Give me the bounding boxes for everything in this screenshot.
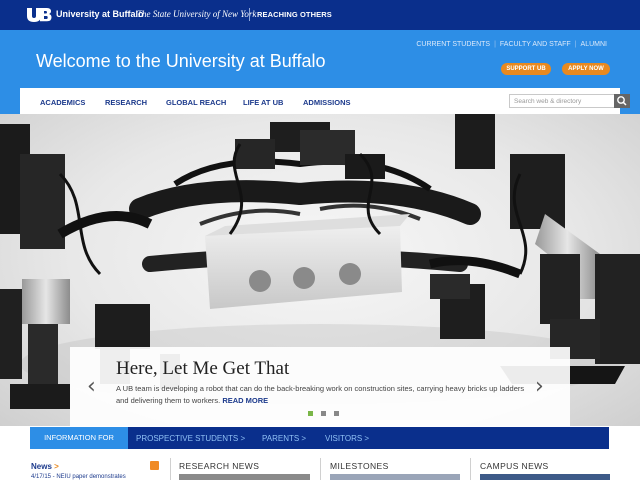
campus-news-heading[interactable]: CAMPUS NEWS (480, 461, 549, 471)
information-for-bar: INFORMATION FOR PROSPECTIVE STUDENTS > P… (30, 427, 609, 449)
link-current-students[interactable]: CURRENT STUDENTS (416, 41, 490, 48)
information-for-label: INFORMATION FOR (30, 427, 128, 449)
news-label: News (31, 462, 52, 471)
hero-caption: ‹ Here, Let Me Get That A UB team is dev… (70, 347, 570, 426)
link-visitors[interactable]: VISITORS > (325, 434, 369, 443)
nav-admissions[interactable]: ADMISSIONS (303, 98, 351, 107)
chevron-right-icon: > (54, 462, 59, 471)
ub-logo-icon[interactable] (26, 7, 52, 22)
link-faculty-staff[interactable]: FACULTY AND STAFF (500, 41, 571, 48)
research-news-heading[interactable]: RESEARCH NEWS (179, 461, 259, 471)
link-prospective-students[interactable]: PROSPECTIVE STUDENTS > (136, 434, 245, 443)
nav-life-at-ub[interactable]: LIFE AT UB (243, 98, 283, 107)
tagline[interactable]: REACHING OTHERS (257, 10, 332, 19)
search-button[interactable] (614, 94, 630, 108)
page-title: Welcome to the University at Buffalo (36, 51, 326, 71)
read-more-link[interactable]: READ MORE (222, 396, 268, 405)
top-bar: University at Buffalo The State Universi… (0, 0, 640, 30)
university-name[interactable]: University at Buffalo (56, 9, 144, 19)
section-divider (470, 458, 471, 480)
utility-divider: | (494, 41, 496, 48)
search-input[interactable]: Search web & directory (509, 94, 615, 108)
slide-title[interactable]: Here, Let Me Get That (116, 358, 289, 380)
research-news-thumbnail[interactable] (179, 474, 310, 480)
slide-dot-3[interactable] (334, 411, 339, 416)
milestones-heading[interactable]: MILESTONES (330, 461, 389, 471)
apply-now-button[interactable]: APPLY NOW (562, 63, 610, 75)
main-nav: ACADEMICS RESEARCH GLOBAL REACH LIFE AT … (20, 88, 630, 114)
header-divider (249, 8, 250, 21)
section-divider (170, 458, 171, 480)
milestones-thumbnail[interactable] (330, 474, 460, 480)
support-ub-button[interactable]: SUPPORT UB (501, 63, 551, 75)
news-heading[interactable]: News > (31, 462, 59, 471)
campus-news-thumbnail[interactable] (480, 474, 610, 480)
nav-global-reach[interactable]: GLOBAL REACH (166, 98, 226, 107)
chevron-left-icon[interactable]: ‹ (87, 374, 96, 399)
utility-divider: | (574, 41, 577, 48)
suny-label: The State University of New York (137, 9, 257, 19)
search-icon (617, 96, 627, 106)
slide-text: A UB team is developing a robot that can… (116, 384, 525, 405)
chevron-right-icon[interactable]: › (535, 374, 544, 399)
slide-description: A UB team is developing a robot that can… (116, 383, 526, 407)
slide-dot-2[interactable] (321, 411, 326, 416)
section-divider (320, 458, 321, 480)
link-parents[interactable]: PARENTS > (262, 434, 306, 443)
news-item[interactable]: 4/17/15 - NEIU paper demonstrates (31, 474, 126, 480)
link-alumni[interactable]: ALUMNI (581, 41, 607, 48)
utility-links: CURRENT STUDENTS | FACULTY AND STAFF | A… (416, 41, 607, 48)
slide-dots (308, 411, 339, 416)
rss-icon[interactable] (150, 461, 159, 470)
nav-academics[interactable]: ACADEMICS (40, 98, 85, 107)
nav-research[interactable]: RESEARCH (105, 98, 147, 107)
slide-dot-1[interactable] (308, 411, 313, 416)
